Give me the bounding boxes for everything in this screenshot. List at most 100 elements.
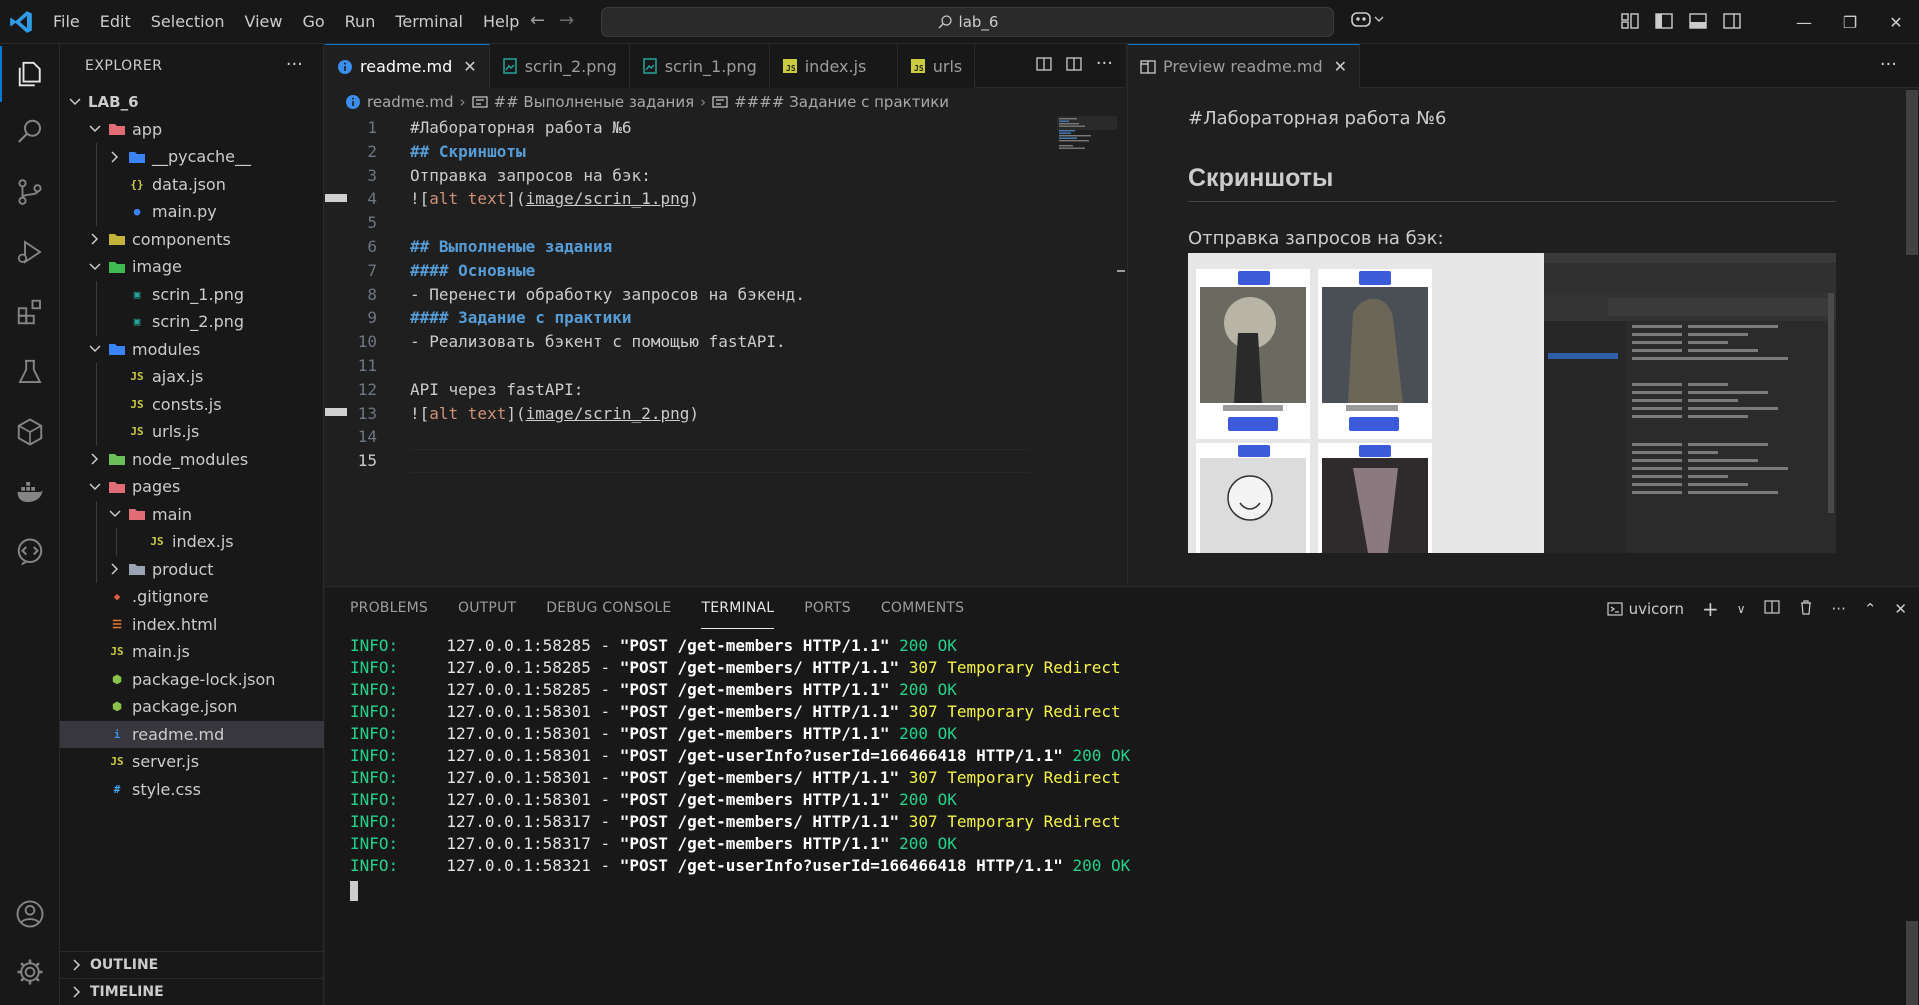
breadcrumb-file[interactable]: readme.md [367,93,454,111]
tree-item-main-js[interactable]: JS main.js [60,638,324,666]
minimap[interactable] [1037,116,1125,584]
timeline-section[interactable]: TIMELINE [60,978,324,1005]
toggle-secondary-sidebar-icon[interactable] [1722,11,1742,31]
panel-tab-problems[interactable]: PROBLEMS [350,587,428,629]
menu-run[interactable]: Run [335,0,386,44]
copilot-button[interactable] [1350,9,1384,29]
more-actions-icon[interactable]: ··· [1832,600,1846,618]
tab-scrin-2-png[interactable]: scrin_2.png [489,44,630,88]
tree-item-index-js[interactable]: JS index.js [60,528,324,556]
tree-item-main-py[interactable]: ● main.py [60,198,324,226]
live-share-icon[interactable] [0,524,60,580]
tree-item-consts-js[interactable]: JS consts.js [60,390,324,418]
scrollbar-thumb[interactable] [1906,90,1918,255]
code-line[interactable]: #### Задание с практики [410,306,632,330]
chevron-down-icon[interactable]: ∨ [1737,602,1746,616]
tree-item-server-js[interactable]: JS server.js [60,748,324,776]
scrollbar-thumb[interactable] [1906,921,1918,1005]
toggle-primary-sidebar-icon[interactable] [1654,11,1674,31]
tab-readme-md[interactable]: readme.md ✕ [325,44,490,88]
terminal-selector[interactable]: uvicorn [1606,600,1684,618]
panel-tab-ports[interactable]: PORTS [804,587,851,629]
panel-tab-output[interactable]: OUTPUT [458,587,516,629]
menu-terminal[interactable]: Terminal [385,0,473,44]
explorer-icon[interactable] [0,46,60,102]
extensions-icon[interactable] [0,284,60,340]
run-and-debug-icon[interactable] [0,224,60,280]
tab-scrin-1-png[interactable]: scrin_1.png [629,44,770,88]
tree-item-scrin-2-png[interactable]: ▣ scrin_2.png [60,308,324,336]
outline-section[interactable]: OUTLINE [60,951,324,978]
close-icon[interactable]: ✕ [463,57,476,76]
tree-item-readme-md[interactable]: i readme.md [60,720,324,748]
code-line[interactable]: #Лабораторная работа №6 [410,116,632,140]
code-line[interactable]: Отправка запросов на бэк: [410,164,651,188]
code-line[interactable]: - Реализовать бэкент с помощью fastAPI. [410,330,786,354]
menu-selection[interactable]: Selection [141,0,235,44]
menu-view[interactable]: View [235,0,293,44]
tree-item-package-json[interactable]: ⬢ package.json [60,693,324,721]
tree-item-image[interactable]: image [60,253,324,281]
menu-go[interactable]: Go [292,0,334,44]
vscode-logo-icon[interactable] [8,9,34,35]
tree-item-data-json[interactable]: {} data.json [60,170,324,198]
back-arrow-icon[interactable]: ← [530,10,545,32]
accounts-icon[interactable] [0,886,60,942]
docker-icon[interactable] [0,464,60,520]
customize-layout-icon[interactable] [1620,11,1640,31]
breadcrumb-subsection[interactable]: #### Задание с практики [734,93,949,111]
tree-item-package-lock-json[interactable]: ⬢ package-lock.json [60,666,324,694]
trash-icon[interactable] [1798,599,1814,619]
tree-item-node-modules[interactable]: node_modules [60,446,324,474]
tree-item-gitignore[interactable]: ◆ .gitignore [60,583,324,611]
menu-file[interactable]: File [43,0,90,44]
tree-item-components[interactable]: components [60,226,324,254]
maximize-panel-icon[interactable]: ⌃ [1864,600,1877,618]
toggle-panel-icon[interactable] [1688,11,1708,31]
panel-tab-comments[interactable]: COMMENTS [881,587,964,629]
split-terminal-icon[interactable] [1763,599,1780,619]
minimize-icon[interactable]: — [1781,0,1827,44]
new-terminal-icon[interactable]: + [1702,597,1719,621]
code-line[interactable]: API через fastAPI: [410,378,583,402]
more-actions-icon[interactable]: ··· [286,54,303,75]
code-editor[interactable]: 1 #Лабораторная работа №6 2 ## Скриншоты 3 От… [325,116,1125,584]
breadcrumb-section[interactable]: ## Выполненые задания [494,93,695,111]
source-control-icon[interactable] [0,164,60,220]
tree-item-pycache[interactable]: __pycache__ [60,143,324,171]
panel-tab-terminal[interactable]: TERMINAL [701,587,775,629]
forward-arrow-icon[interactable]: → [559,10,574,32]
code-line[interactable]: ![alt text](image/scrin_2.png) [410,402,699,426]
tree-item-main[interactable]: main [60,500,324,528]
code-line[interactable]: - Перенести обработку запросов на бэкенд… [410,283,805,307]
testing-icon[interactable] [0,344,60,400]
terminal-output[interactable]: INFO: 127.0.0.1:58285 - "POST /get-membe… [350,635,1130,901]
panel-tab-debug-console[interactable]: DEBUG CONSOLE [546,587,671,629]
code-line[interactable]: #### Основные [410,259,535,283]
tree-item-urls-js[interactable]: JS urls.js [60,418,324,446]
tree-item-modules[interactable]: modules [60,336,324,364]
tree-item-index-html[interactable]: ☰ index.html [60,611,324,639]
tree-item-ajax-js[interactable]: JS ajax.js [60,363,324,391]
restore-icon[interactable]: ❐ [1827,0,1873,44]
close-icon[interactable]: ✕ [1334,57,1347,76]
manage-gear-icon[interactable] [0,944,60,1000]
code-line[interactable]: ![alt text](image/scrin_1.png) [410,187,699,211]
preview-scrollbar[interactable] [1905,88,1919,584]
tree-item-style-css[interactable]: # style.css [60,776,324,804]
open-preview-icon[interactable] [1036,56,1052,76]
menu-edit[interactable]: Edit [90,0,141,44]
command-center-search[interactable]: lab_6 [601,7,1334,37]
tab-index-js[interactable]: JS index.js [769,44,898,88]
tree-item-scrin-1-png[interactable]: ▣ scrin_1.png [60,280,324,308]
more-actions-icon[interactable]: ··· [1880,54,1897,75]
close-panel-icon[interactable]: ✕ [1894,600,1907,618]
tab-urls[interactable]: JS urls [897,44,976,88]
tree-item-app[interactable]: app [60,116,324,144]
search-view-icon[interactable] [0,104,60,160]
terminal-scrollbar[interactable] [1905,629,1919,1005]
tab-preview-readme[interactable]: Preview readme.md ✕ [1128,44,1361,88]
remote-explorer-icon[interactable] [0,404,60,460]
code-line[interactable]: ## Скриншоты [410,140,526,164]
workspace-root[interactable]: LAB_6 [60,88,324,116]
